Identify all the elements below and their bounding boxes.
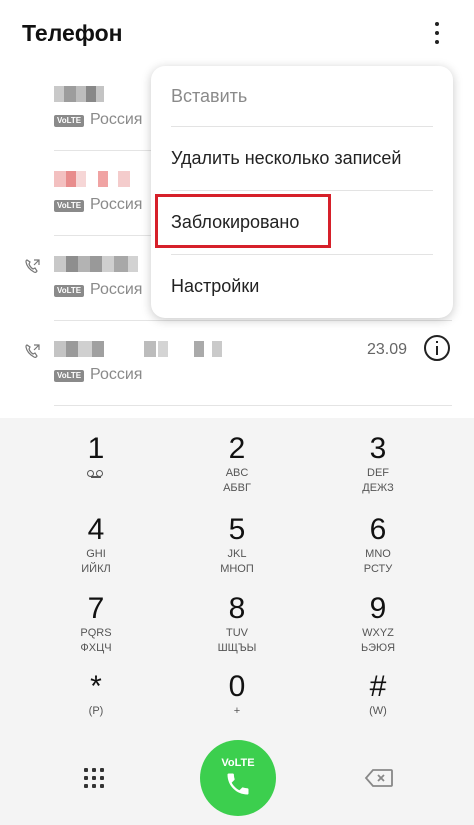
menu-divider bbox=[171, 126, 433, 127]
key-letters-cyrillic: МНОП bbox=[220, 563, 254, 575]
key-letters-latin: DEF bbox=[367, 467, 389, 479]
key-3[interactable]: 3 DEF ДЕЖЗ bbox=[308, 432, 448, 512]
key-digit: * bbox=[90, 670, 102, 703]
key-hash[interactable]: # (W) bbox=[308, 670, 448, 750]
bottom-bar: VoLTE bbox=[0, 740, 474, 820]
key-letters-cyrillic: ДЕЖЗ bbox=[362, 482, 394, 494]
voicemail-icon bbox=[87, 468, 105, 480]
key-letters-latin: (P) bbox=[88, 705, 104, 717]
call-log-row[interactable]: VoLTE Россия 23.09 bbox=[0, 321, 474, 406]
key-letters-latin: MNO bbox=[365, 548, 391, 560]
phone-icon bbox=[227, 773, 249, 795]
overflow-menu: Вставить Удалить несколько записей Забло… bbox=[151, 66, 453, 318]
key-letters-cyrillic: РСТУ bbox=[363, 563, 393, 575]
key-letters-latin: (W) bbox=[369, 705, 387, 717]
key-letters-latin: PQRS bbox=[80, 627, 112, 639]
key-1[interactable]: 1 bbox=[26, 432, 166, 512]
key-digit: 3 bbox=[369, 432, 387, 465]
outgoing-call-icon bbox=[25, 259, 40, 273]
menu-item-delete-multiple[interactable]: Удалить несколько записей bbox=[171, 148, 401, 169]
key-digit: 0 bbox=[228, 670, 246, 703]
key-letters-latin: GHI bbox=[86, 548, 106, 560]
key-star[interactable]: * (P) bbox=[26, 670, 166, 750]
call-location: Россия bbox=[90, 366, 143, 383]
menu-item-blocked[interactable]: Заблокировано bbox=[171, 212, 299, 233]
backspace-icon[interactable] bbox=[364, 768, 394, 788]
key-letters-cyrillic: АБВГ bbox=[223, 482, 251, 494]
key-5[interactable]: 5 JKL МНОП bbox=[167, 513, 307, 593]
keypad-toggle-icon[interactable] bbox=[84, 768, 104, 788]
key-digit: 5 bbox=[228, 513, 246, 546]
key-digit: 9 bbox=[369, 592, 387, 625]
key-digit: 8 bbox=[228, 592, 246, 625]
key-letters-latin: JKL bbox=[227, 548, 247, 560]
key-digit: # bbox=[369, 670, 387, 703]
call-location: Россия bbox=[90, 111, 143, 128]
outgoing-call-icon bbox=[25, 344, 40, 358]
key-letters-cyrillic: ИЙКЛ bbox=[81, 563, 111, 575]
key-digit: 6 bbox=[369, 513, 387, 546]
key-digit: 7 bbox=[87, 592, 105, 625]
key-letters-cyrillic: ФХЦЧ bbox=[80, 642, 112, 654]
key-letters-latin: ABC bbox=[225, 467, 249, 479]
menu-divider bbox=[171, 254, 433, 255]
key-letters-latin: WXYZ bbox=[362, 627, 394, 639]
key-0[interactable]: 0 + bbox=[167, 670, 307, 750]
call-location: Россия bbox=[90, 196, 143, 213]
row-divider bbox=[54, 405, 452, 406]
key-letters-cyrillic: ЬЭЮЯ bbox=[360, 642, 396, 654]
menu-item-settings[interactable]: Настройки bbox=[171, 276, 259, 297]
volte-badge: VoLTE bbox=[54, 115, 85, 127]
app-header: Телефон bbox=[0, 0, 474, 66]
call-button[interactable]: VoLTE bbox=[200, 740, 276, 816]
menu-item-paste[interactable]: Вставить bbox=[171, 86, 247, 107]
key-digit: 2 bbox=[228, 432, 246, 465]
key-4[interactable]: 4 GHI ИЙКЛ bbox=[26, 513, 166, 593]
key-8[interactable]: 8 TUV ШЩЪЫ bbox=[167, 592, 307, 672]
key-digit: 4 bbox=[87, 513, 105, 546]
more-options-icon[interactable] bbox=[424, 16, 450, 50]
key-9[interactable]: 9 WXYZ ЬЭЮЯ bbox=[308, 592, 448, 672]
page-title: Телефон bbox=[22, 20, 123, 46]
volte-badge: VoLTE bbox=[54, 285, 85, 297]
key-7[interactable]: 7 PQRS ФХЦЧ bbox=[26, 592, 166, 672]
info-icon[interactable] bbox=[424, 335, 450, 361]
menu-divider bbox=[171, 190, 433, 191]
key-letters-latin: TUV bbox=[226, 627, 248, 639]
call-location: Россия bbox=[90, 281, 143, 298]
volte-label: VoLTE bbox=[221, 757, 255, 769]
volte-badge: VoLTE bbox=[54, 370, 85, 382]
key-digit: 1 bbox=[87, 432, 105, 465]
volte-badge: VoLTE bbox=[54, 200, 85, 212]
key-6[interactable]: 6 MNO РСТУ bbox=[308, 513, 448, 593]
call-date: 23.09 bbox=[367, 341, 408, 358]
key-2[interactable]: 2 ABC АБВГ bbox=[167, 432, 307, 512]
key-letters-latin: + bbox=[233, 705, 241, 717]
key-letters-cyrillic: ШЩЪЫ bbox=[217, 642, 257, 654]
